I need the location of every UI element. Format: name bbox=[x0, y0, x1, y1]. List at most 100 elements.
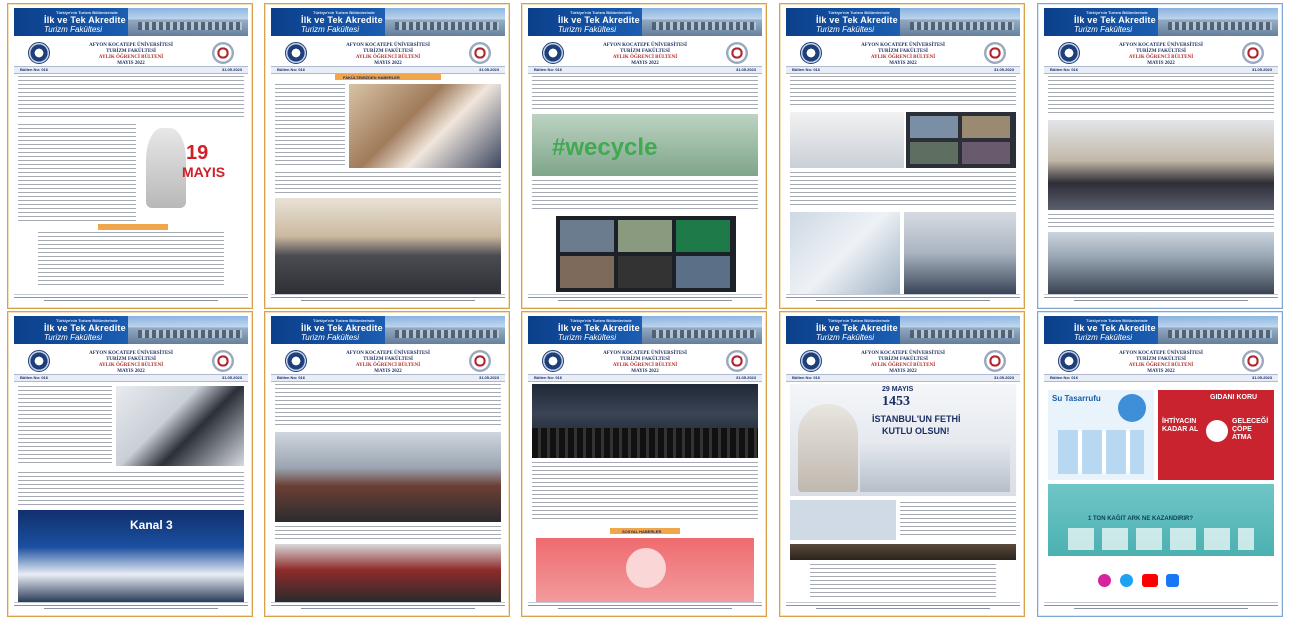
text-block bbox=[275, 84, 345, 168]
social-icons bbox=[1098, 574, 1228, 588]
text-block bbox=[38, 232, 224, 288]
zoom-screenshot bbox=[906, 112, 1016, 168]
university-logo bbox=[285, 42, 307, 64]
banner-title: İlk ve Tek Akredite bbox=[816, 323, 898, 333]
twitter-icon[interactable] bbox=[1120, 574, 1133, 587]
banner-title: İlk ve Tek Akredite bbox=[1074, 15, 1156, 25]
issue-number: Bülten No: 016 bbox=[534, 375, 563, 380]
section-bar bbox=[98, 224, 168, 230]
poster-slogan-2: GELECEĞİ ÇÖPE ATMA bbox=[1232, 418, 1269, 441]
bulletin-page-9[interactable]: Türkiye'nin Turizm Bölümlerinde İlk ve T… bbox=[779, 311, 1025, 617]
issue-date: 31.05.2023 bbox=[221, 375, 242, 380]
banner-title: İlk ve Tek Akredite bbox=[301, 323, 383, 333]
banner-title: İlk ve Tek Akredite bbox=[558, 15, 640, 25]
bulletin-page-5[interactable]: Türkiye'nin Turizm Bölümlerinde İlk ve T… bbox=[1037, 3, 1283, 309]
faculty-logo bbox=[726, 42, 748, 64]
istanbul-conquest-poster: 29 MAYIS 1453 İSTANBUL'UN FETHİ KUTLU OL… bbox=[790, 384, 1016, 496]
page-header: AFYON KOCATEPE ÜNİVERSİTESİ TURİZM FAKÜLT… bbox=[786, 348, 1020, 374]
footer bbox=[786, 294, 1020, 305]
kitchen-event-photo bbox=[275, 432, 501, 522]
bulletin-page-1[interactable]: Türkiye'nin Turizm Bölümlerinde İlk ve T… bbox=[7, 3, 253, 309]
instagram-icon[interactable] bbox=[1098, 574, 1111, 587]
bulletin-grid: Türkiye'nin Turizm Bölümlerinde İlk ve T… bbox=[0, 0, 1292, 619]
faculty-logo bbox=[1242, 42, 1264, 64]
issue-bar: Bülten No: 016 31.05.2023 bbox=[14, 374, 248, 382]
bulletin-page-8[interactable]: Türkiye'nin Turizm Bölümlerinde İlk ve T… bbox=[521, 311, 767, 617]
banner: Türkiye'nin Turizm Bölümlerinde İlk ve T… bbox=[528, 316, 762, 344]
page-header: AFYON KOCATEPE ÜNİVERSİTESİ TURİZM FAKÜLT… bbox=[271, 40, 505, 66]
banner: Türkiye'nin Turizm Bölümlerinde İlk ve T… bbox=[14, 8, 248, 36]
wecycle-text: #wecycle bbox=[552, 134, 658, 161]
faculty-logo bbox=[212, 350, 234, 372]
text-block bbox=[1048, 214, 1274, 228]
food-waste-poster: GIDANI KORU İHTİYACIN KADAR AL GELECEĞİ … bbox=[1158, 390, 1274, 480]
page-header: AFYON KOCATEPE ÜNİVERSİTESİ TURİZM FAKÜLT… bbox=[1044, 348, 1278, 374]
page-header: AFYON KOCATEPE ÜNİVERSİTESİ TURİZM FAKÜLT… bbox=[14, 40, 248, 66]
banner-title: İlk ve Tek Akredite bbox=[44, 15, 126, 25]
issue-bar: Bülten No: 016 31.05.2023 bbox=[1044, 374, 1278, 382]
poster-left-title: Su Tasarrufu bbox=[1052, 394, 1101, 403]
bulletin-page-10[interactable]: Türkiye'nin Turizm Bölümlerinde İlk ve T… bbox=[1037, 311, 1283, 617]
issue-date: 31.05.2023 bbox=[993, 375, 1014, 380]
university-logo bbox=[285, 350, 307, 372]
faculty-logo bbox=[469, 42, 491, 64]
bulletin-page-4[interactable]: Türkiye'nin Turizm Bölümlerinde İlk ve T… bbox=[779, 3, 1025, 309]
text-block bbox=[1048, 76, 1274, 116]
youtube-icon[interactable] bbox=[1142, 574, 1158, 587]
wecycle-photo: #wecycle bbox=[532, 114, 758, 176]
footer bbox=[528, 602, 762, 613]
text-block bbox=[18, 124, 136, 224]
tv-studio-photo: Kanal 3 bbox=[18, 510, 244, 602]
issue-bar: Bülten No: 016 31.05.2023 bbox=[786, 66, 1020, 74]
bulletin-page-2[interactable]: Türkiye'nin Turizm Bölümlerinde İlk ve T… bbox=[264, 3, 510, 309]
university-logo bbox=[800, 42, 822, 64]
university-logo bbox=[1058, 42, 1080, 64]
banner-subtitle-2: Turizm Fakültesi bbox=[44, 333, 103, 342]
facebook-icon[interactable] bbox=[1166, 574, 1179, 587]
text-block bbox=[532, 462, 758, 522]
poster-date: 29 MAYIS bbox=[882, 386, 914, 393]
graduation-photo bbox=[275, 544, 501, 602]
text-block bbox=[900, 502, 1016, 538]
page-header: AFYON KOCATEPE ÜNİVERSİTESİ TURİZM FAKÜLT… bbox=[528, 348, 762, 374]
banner: Türkiye'nin Turizm Bölümlerinde İlk ve T… bbox=[528, 8, 762, 36]
poster-title: İSTANBUL'UN FETHİ bbox=[872, 414, 961, 424]
banner-subtitle-2: Turizm Fakültesi bbox=[816, 25, 875, 34]
issue-bar: Bülten No: 016 31.05.2023 bbox=[786, 374, 1020, 382]
banner-title: İlk ve Tek Akredite bbox=[1074, 323, 1156, 333]
issue-number: Bülten No: 016 bbox=[20, 375, 49, 380]
page-header: AFYON KOCATEPE ÜNİVERSİTESİ TURİZM FAKÜLT… bbox=[528, 40, 762, 66]
banner: Türkiye'nin Turizm Bölümlerinde İlk ve T… bbox=[271, 8, 505, 36]
faculty-logo bbox=[726, 350, 748, 372]
issue-number: Bülten No: 016 bbox=[20, 67, 49, 72]
issue-date: 31.05.2023 bbox=[478, 375, 499, 380]
bulletin-page-3[interactable]: Türkiye'nin Turizm Bölümlerinde İlk ve T… bbox=[521, 3, 767, 309]
bulletin-page-6[interactable]: Türkiye'nin Turizm Bölümlerinde İlk ve T… bbox=[7, 311, 253, 617]
footer bbox=[271, 602, 505, 613]
text-block bbox=[532, 76, 758, 110]
university-logo bbox=[1058, 350, 1080, 372]
issue-bar: Bülten No: 016 31.05.2023 bbox=[528, 66, 762, 74]
issue-number: Bülten No: 016 bbox=[792, 67, 821, 72]
issue-date: 31.05.2023 bbox=[735, 375, 756, 380]
banner-subtitle-2: Turizm Fakültesi bbox=[558, 25, 617, 34]
section-title: SOSYAL HABERLER bbox=[622, 529, 662, 534]
issue-number: Bülten No: 016 bbox=[277, 67, 306, 72]
issue-bar: Bülten No: 016 31.05.2023 bbox=[528, 374, 762, 382]
highlight-month: MAYIS bbox=[182, 164, 226, 180]
issue-bar: Bülten No: 016 31.05.2023 bbox=[271, 66, 505, 74]
bulletin-page-7[interactable]: Türkiye'nin Turizm Bölümlerinde İlk ve T… bbox=[264, 311, 510, 617]
graduation-ceremony-photo bbox=[532, 384, 758, 458]
text-block bbox=[275, 526, 501, 540]
news-photo bbox=[349, 84, 501, 168]
issue-number: Bülten No: 016 bbox=[534, 67, 563, 72]
faculty-logo bbox=[212, 42, 234, 64]
text-block bbox=[790, 172, 1016, 208]
banner-subtitle-2: Turizm Fakültesi bbox=[1074, 25, 1133, 34]
banner-subtitle-2: Turizm Fakültesi bbox=[44, 25, 103, 34]
footer bbox=[14, 294, 248, 305]
issue-bar: Bülten No: 016 31.05.2023 bbox=[14, 66, 248, 74]
poster-subtitle: KUTLU OLSUN! bbox=[882, 426, 950, 436]
issue-date: 31.05.2023 bbox=[735, 67, 756, 72]
hotel-room-photo bbox=[790, 212, 900, 294]
